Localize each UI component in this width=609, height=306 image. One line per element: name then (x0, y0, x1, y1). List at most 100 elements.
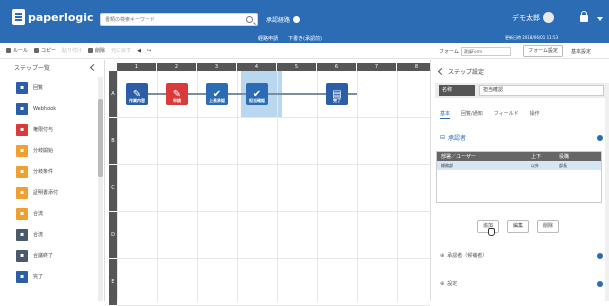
row-header: D (109, 212, 117, 258)
basic-settings-button[interactable]: 基本設定 (571, 48, 591, 55)
sidebar-item[interactable]: ▪ 分岐開始 (0, 140, 97, 161)
workflow-node[interactable]: ✔ 担当確認 (246, 83, 268, 105)
sidebar-item[interactable]: ▪ 完了 (0, 266, 97, 287)
sidebar-item-label: 回覧 (33, 85, 44, 91)
sidebar-item-label: 合流 (33, 232, 44, 238)
toolbar-paste-label: 貼り付け (62, 48, 83, 54)
sidebar-item[interactable]: ▪ 回覧 (0, 77, 97, 98)
col-header-dept: 部署／ユーザー (441, 154, 476, 160)
hand-cursor-icon (488, 228, 495, 236)
workflow-node[interactable]: ✎ 作業内容 (126, 83, 148, 105)
grid-line-vertical (197, 71, 198, 301)
workflow-node[interactable]: ✔ 上長承認 (206, 83, 228, 105)
settings-section-header[interactable]: ⊕ 設定 (440, 280, 458, 288)
step-name-input[interactable]: 担当確認 (479, 85, 604, 96)
candidate-section-title: 承認者（候補者） (447, 253, 488, 259)
sidebar-item[interactable]: ▪ 証明書添付 (0, 182, 97, 203)
sidebar-title: ステップ一覧 (14, 65, 51, 72)
sidebar-item[interactable]: ▪ 合流 (0, 224, 97, 245)
sidebar-header: ステップ一覧 (0, 60, 104, 75)
node-label: 担当確認 (249, 98, 265, 103)
workflow-menu[interactable]: 承認経路 (266, 15, 301, 24)
grid-line-vertical (397, 71, 398, 301)
tab-notify[interactable]: 回覧/通知 (461, 110, 483, 119)
trash-icon (88, 48, 94, 53)
tab-field[interactable]: フィールド (494, 110, 519, 119)
grid-line-horizontal (117, 164, 430, 165)
tab-operation[interactable]: 操作 (530, 110, 540, 119)
toolbar-undo-button[interactable]: 元に戻す (111, 47, 131, 54)
step-type-icon: ▪ (16, 270, 28, 283)
workflow-canvas[interactable]: 1 2 3 4 5 6 7 8 A B C D E ✎ 作業内容 ✎ 申請 ✔ 上長承認 ✔ 担当確認 ▤ 完了 (105, 60, 436, 306)
panel-scrollbar[interactable] (605, 83, 609, 301)
toolbar-delete-button[interactable]: 削除 (88, 47, 105, 54)
toolbar-undo-label: 元に戻す (111, 48, 132, 54)
toolbar-paste-button[interactable]: 貼り付け (62, 47, 82, 54)
workflow-label: 承認経路 (266, 17, 291, 24)
rule-icon (6, 48, 11, 53)
column-header: 3 (197, 63, 236, 71)
sidebar-item[interactable]: ▪ 分岐条件 (0, 161, 97, 182)
copy-icon (34, 48, 40, 53)
tab-basic[interactable]: 基本 (440, 110, 451, 119)
sidebar-item-label: 分岐開始 (33, 148, 54, 154)
sidebar-item-label: 合議終了 (33, 253, 54, 259)
info-icon[interactable] (597, 281, 603, 287)
sidebar-item[interactable]: ▪ 合議終了 (0, 245, 97, 266)
grid-line-horizontal (117, 258, 430, 259)
breadcrumb-apply: 経路申請 (258, 36, 279, 42)
sidebar-item[interactable]: ▪ 権限付与 (0, 119, 97, 140)
approver-section-header[interactable]: ⊟ 承認者 (440, 133, 466, 142)
sidebar-item[interactable]: ▪ Webhook (0, 98, 97, 119)
global-search[interactable] (100, 13, 258, 26)
workflow-node[interactable]: ✎ 申請 (166, 83, 188, 105)
column-header: 4 (237, 63, 276, 71)
edit-approver-button[interactable]: 編集 (507, 220, 529, 233)
approver-section-title: 承認者 (448, 135, 467, 142)
panel-tabs: 基本 回覧/通知 フィールド 操作 (440, 110, 540, 119)
toolbar-back-button[interactable]: ◀ (137, 48, 141, 54)
user-menu[interactable]: デモ太郎 (512, 12, 554, 23)
step-type-icon: ▪ (16, 81, 28, 94)
sidebar-item-label: Webhook (33, 105, 57, 112)
step-type-icon: ▪ (16, 228, 28, 241)
step-type-icon: ▪ (16, 123, 28, 136)
info-icon[interactable] (597, 253, 603, 259)
toolbar-copy-button[interactable]: コピー (34, 47, 56, 54)
step-type-icon: ▪ (16, 186, 28, 199)
cell-dept: 総務部 (441, 162, 453, 168)
workflow-node[interactable]: ▤ 完了 (326, 83, 348, 105)
delete-approver-button[interactable]: 削除 (537, 220, 559, 233)
chevron-left-icon[interactable] (437, 67, 446, 76)
grid-line-vertical (317, 71, 318, 301)
step-type-icon: ▪ (16, 207, 28, 220)
step-sidebar: ステップ一覧 ▪ 回覧 ▪ Webhook ▪ 権限付与 ▪ 分岐開始 ▪ 分岐条件 ▪ 証明書添付 ▪… (0, 60, 105, 301)
chevron-left-icon[interactable] (89, 63, 98, 72)
scrollbar-thumb[interactable] (98, 99, 103, 177)
step-type-icon: ▪ (16, 144, 28, 157)
search-input[interactable] (101, 14, 241, 25)
arrow-left-icon: ◀ (137, 47, 141, 54)
logo[interactable]: paperlogic (12, 9, 94, 25)
form-select[interactable]: 稟議Form (461, 47, 511, 56)
expand-icon: ⊕ (440, 280, 445, 287)
search-icon[interactable] (246, 16, 253, 23)
candidate-section-header[interactable]: ⊕ 承認者（候補者） (440, 252, 488, 260)
settings-section-title: 設定 (447, 281, 458, 287)
form-settings-button[interactable]: フォーム設定 (523, 45, 563, 57)
workflow-dot-icon (293, 16, 301, 23)
node-label: 作業内容 (129, 98, 145, 103)
table-row[interactable]: 総務部 以外 部長 (437, 161, 601, 170)
node-label: 申請 (173, 98, 181, 103)
chevron-down-icon[interactable] (597, 17, 603, 21)
lock-icon[interactable] (580, 11, 588, 22)
toolbar-redo-button[interactable]: ↪ (147, 48, 151, 54)
sub-bar: 経路申請 下書き(承認前) 更新日時 2018/06/01 11:53 (0, 34, 609, 43)
info-icon[interactable] (597, 135, 603, 141)
sidebar-item[interactable]: ▪ 合流 (0, 203, 97, 224)
col-header-order: 上下 (531, 154, 542, 160)
sidebar-scrollbar[interactable] (98, 77, 103, 301)
toolbar-rule-button[interactable]: ルール (6, 47, 28, 54)
step-name-row: 名称 担当確認 (435, 83, 609, 98)
toolbar-rule-label: ルール (13, 48, 29, 54)
